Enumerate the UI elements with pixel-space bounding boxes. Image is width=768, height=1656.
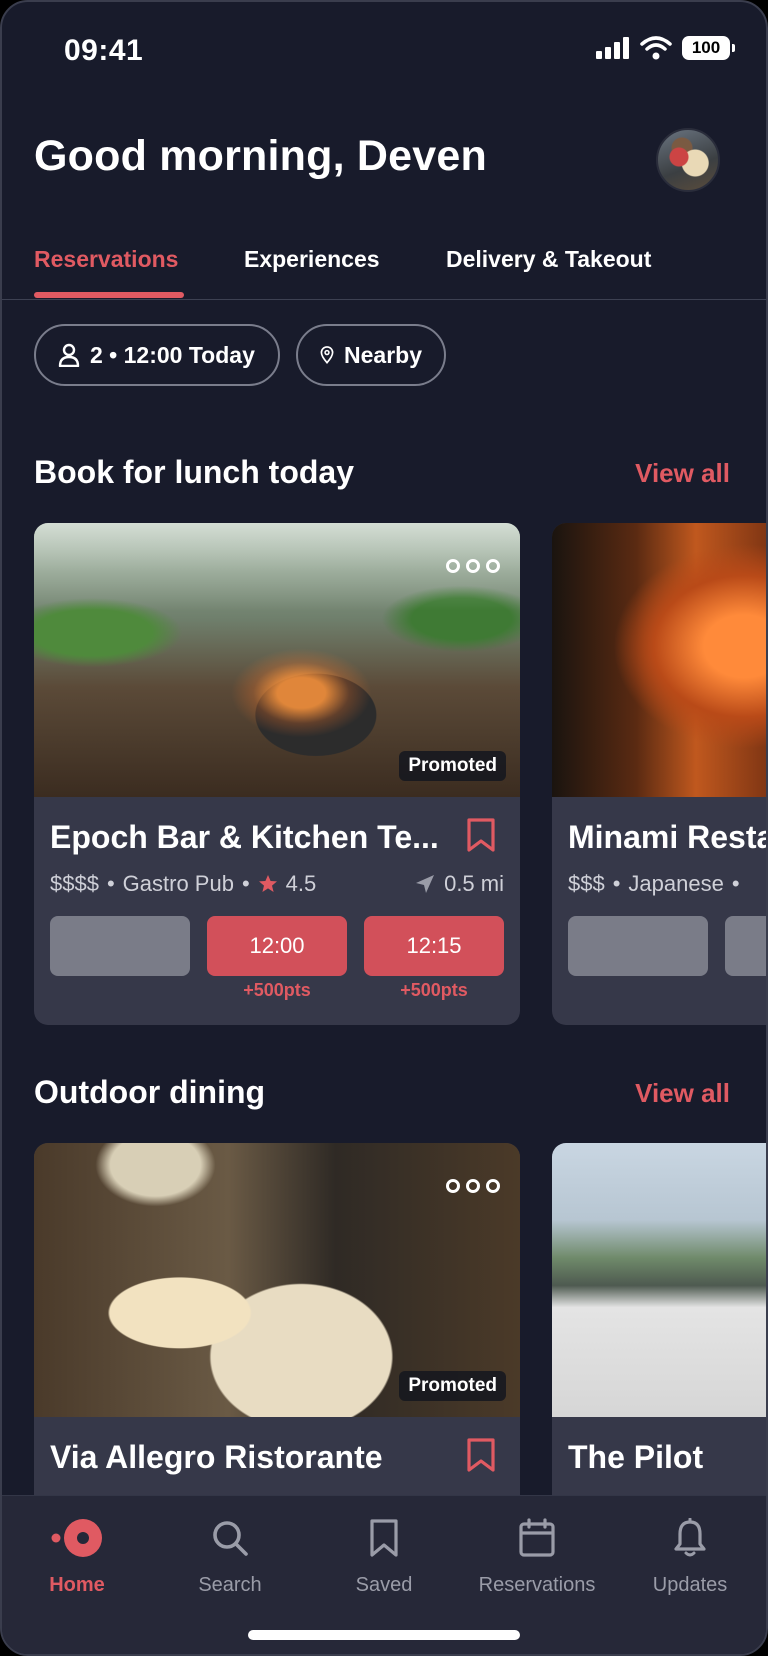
status-bar: 09:41 100	[2, 2, 766, 98]
bookmark-icon[interactable]	[466, 1437, 496, 1473]
more-options-button[interactable]	[446, 559, 500, 573]
nav-reservations[interactable]: Reservations	[462, 1516, 612, 1597]
rating: 4.5	[285, 871, 317, 896]
restaurant-name: Epoch Bar & Kitchen Te...	[50, 819, 439, 855]
active-tab-indicator	[34, 292, 184, 298]
home-indicator	[248, 1630, 520, 1640]
bookmark-icon[interactable]	[466, 817, 496, 853]
signal-icon	[596, 37, 629, 59]
nav-updates[interactable]: Updates	[615, 1516, 765, 1597]
star-icon	[258, 875, 277, 892]
nav-saved[interactable]: Saved	[309, 1516, 459, 1597]
more-options-button[interactable]	[446, 1179, 500, 1193]
navigation-arrow-icon	[416, 875, 435, 893]
restaurant-card-minami[interactable]: Minami Resta $$$ • Japanese •	[552, 523, 768, 1025]
home-icon	[51, 1519, 102, 1557]
section-title-lunch: Book for lunch today	[34, 454, 354, 490]
restaurant-name: Minami Resta	[568, 819, 768, 855]
bell-icon	[674, 1518, 706, 1557]
status-time: 09:41	[64, 34, 144, 67]
nav-home[interactable]: Home	[2, 1516, 152, 1597]
location-label: Nearby	[344, 341, 422, 368]
restaurant-meta: $$$$ • Gastro Pub • 4.5	[50, 871, 317, 896]
category-tabs: Reservations Experiences Delivery & Take…	[2, 232, 766, 300]
status-icons: 100	[596, 36, 735, 60]
promoted-badge: Promoted	[399, 751, 506, 781]
time-slot-unavailable	[50, 916, 190, 976]
view-all-outdoor-link[interactable]: View all	[635, 1078, 730, 1109]
battery-indicator: 100	[682, 36, 735, 60]
promoted-badge: Promoted	[399, 1371, 506, 1401]
location-pin-icon	[320, 346, 334, 364]
section-title-outdoor: Outdoor dining	[34, 1074, 266, 1110]
view-all-lunch-link[interactable]: View all	[635, 458, 730, 489]
time-slot-unavailable	[725, 916, 766, 976]
bookmark-icon	[370, 1519, 398, 1557]
price-level: $$$	[568, 871, 605, 896]
greeting-title: Good morning, Deven	[34, 132, 487, 180]
app-screen: 09:41 100 Good morning, Deven Reservatio…	[0, 0, 768, 1656]
cuisine: Japanese	[628, 871, 724, 896]
restaurant-photo	[552, 1143, 766, 1417]
person-icon	[58, 343, 80, 367]
nav-search[interactable]: Search	[155, 1516, 305, 1597]
avatar[interactable]	[656, 128, 720, 192]
search-icon	[213, 1521, 248, 1556]
wifi-icon	[640, 36, 672, 60]
party-time-label: 2 • 12:00 Today	[90, 341, 255, 368]
restaurant-name: The Pilot	[568, 1439, 704, 1475]
distance: 0.5 mi	[414, 871, 504, 897]
calendar-icon	[519, 1518, 555, 1557]
restaurant-card-via-allegro[interactable]: Promoted Via Allegro Ristorante	[34, 1143, 520, 1543]
cuisine: Gastro Pub	[122, 871, 234, 896]
restaurant-name: Via Allegro Ristorante	[50, 1439, 383, 1475]
tab-delivery-takeout[interactable]: Delivery & Takeout	[446, 246, 651, 273]
distance-value: 0.5 mi	[444, 871, 504, 896]
price-level: $$$$	[50, 871, 99, 896]
points-label: +500pts	[243, 980, 311, 1000]
restaurant-photo	[552, 523, 766, 797]
restaurant-meta: $$$ • Japanese •	[568, 871, 740, 896]
location-filter[interactable]: Nearby	[296, 324, 446, 386]
points-label: +500pts	[400, 980, 468, 1000]
restaurant-card-epoch[interactable]: Promoted Epoch Bar & Kitchen Te... $$$$ …	[34, 523, 520, 1025]
restaurant-card-the-pilot[interactable]: The Pilot	[552, 1143, 766, 1543]
time-slot-button[interactable]: 12:15	[364, 916, 504, 976]
party-time-filter[interactable]: 2 • 12:00 Today	[34, 324, 280, 386]
tab-reservations[interactable]: Reservations	[34, 246, 178, 273]
time-slot-button[interactable]: 12:00	[207, 916, 347, 976]
time-slot-unavailable	[568, 916, 708, 976]
tab-experiences[interactable]: Experiences	[244, 246, 380, 273]
